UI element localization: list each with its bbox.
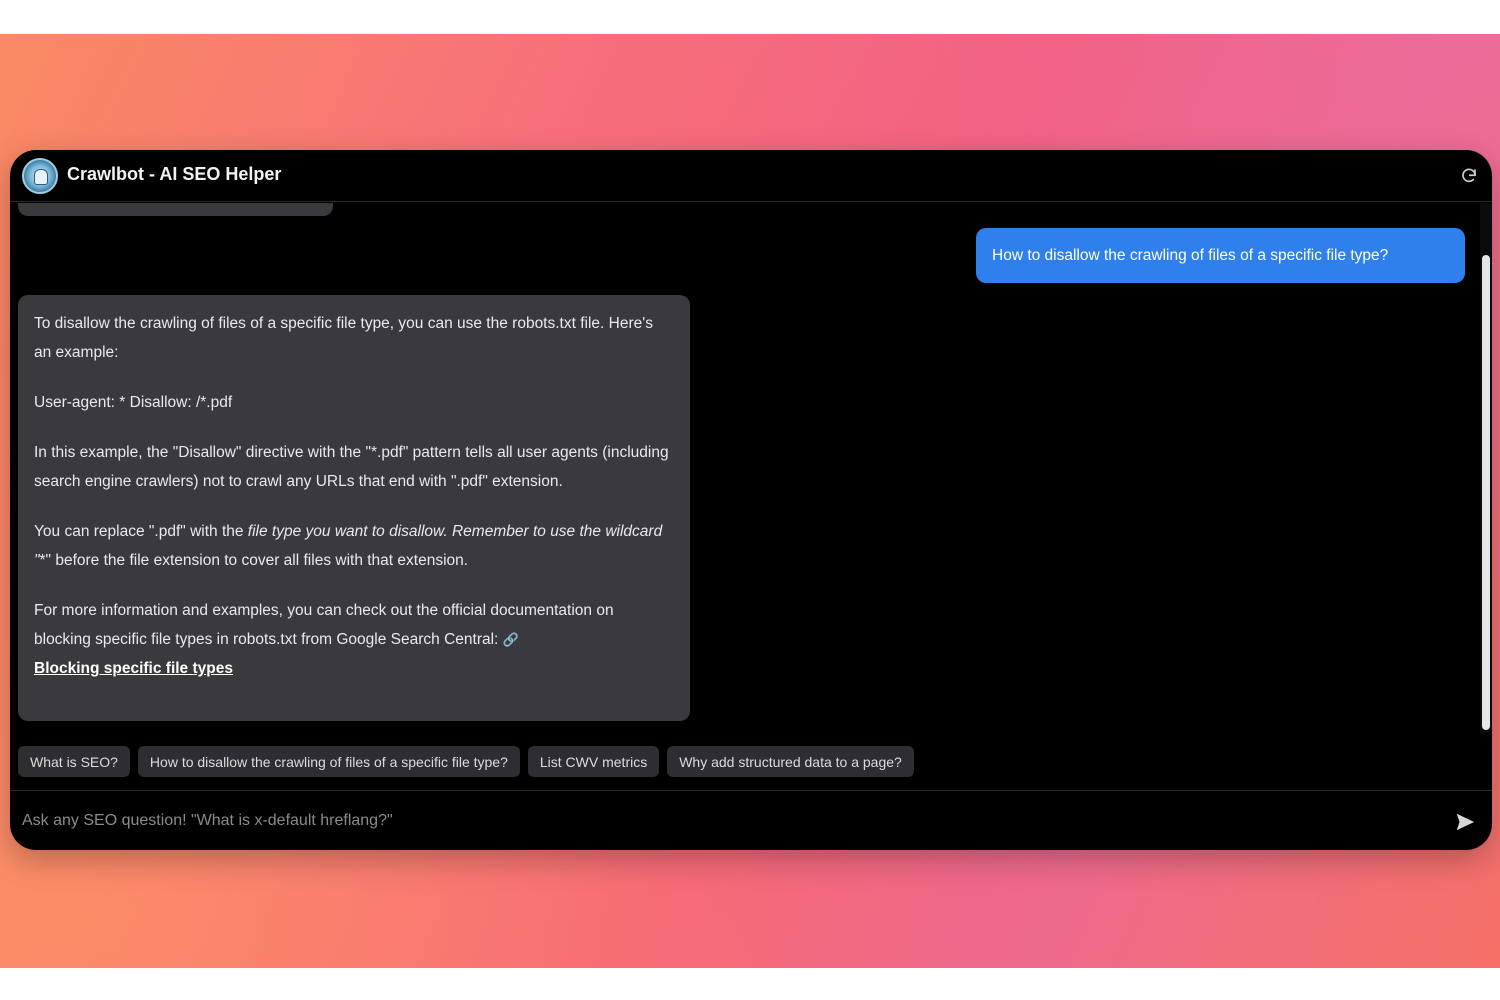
documentation-link[interactable]: Blocking specific file types: [34, 660, 233, 677]
crawlbot-logo-icon: [22, 158, 58, 194]
suggestion-chip[interactable]: What is SEO?: [18, 746, 130, 777]
tip-text-end: *" before the file extension to cover al…: [39, 552, 469, 569]
bot-paragraph-explanation: In this example, the "Disallow" directiv…: [34, 444, 669, 490]
link-icon: 🔗: [502, 632, 519, 647]
chat-window: Crawlbot - AI SEO Helper How to disallow…: [10, 150, 1492, 850]
message-composer: [10, 790, 1492, 850]
app-title: Crawlbot - AI SEO Helper: [67, 164, 282, 184]
previous-message-bubble: [18, 203, 333, 216]
bot-message-bubble: To disallow the crawling of files of a s…: [18, 295, 690, 721]
suggestion-chip[interactable]: How to disallow the crawling of files of…: [137, 746, 520, 777]
user-message-text: How to disallow the crawling of files of…: [992, 246, 1389, 264]
tip-text-start: You can replace ".pdf" with the: [34, 523, 248, 540]
bot-paragraph-tip: You can replace ".pdf" with the file typ…: [34, 517, 674, 575]
send-icon: [1456, 813, 1475, 831]
suggestion-chip[interactable]: Why add structured data to a page?: [667, 746, 914, 777]
bot-paragraph-more-info: For more information and examples, you c…: [34, 596, 674, 683]
bot-paragraph-intro: To disallow the crawling of files of a s…: [34, 315, 653, 361]
user-message-bubble: How to disallow the crawling of files of…: [976, 228, 1465, 283]
refresh-icon: [1462, 168, 1476, 183]
scrollbar-thumb[interactable]: [1482, 255, 1490, 730]
suggestion-chip[interactable]: List CWV metrics: [527, 746, 660, 777]
question-input[interactable]: [22, 807, 1422, 835]
window-header: Crawlbot - AI SEO Helper: [10, 150, 1492, 202]
more-info-text: For more information and examples, you c…: [34, 602, 614, 648]
message-list: How to disallow the crawling of files of…: [10, 203, 1480, 733]
suggestion-chips: What is SEO? How to disallow the crawlin…: [18, 746, 914, 777]
bot-paragraph-example: User-agent: * Disallow: /*.pdf: [34, 394, 233, 411]
send-button[interactable]: [1454, 811, 1476, 833]
refresh-button[interactable]: [1458, 165, 1480, 187]
